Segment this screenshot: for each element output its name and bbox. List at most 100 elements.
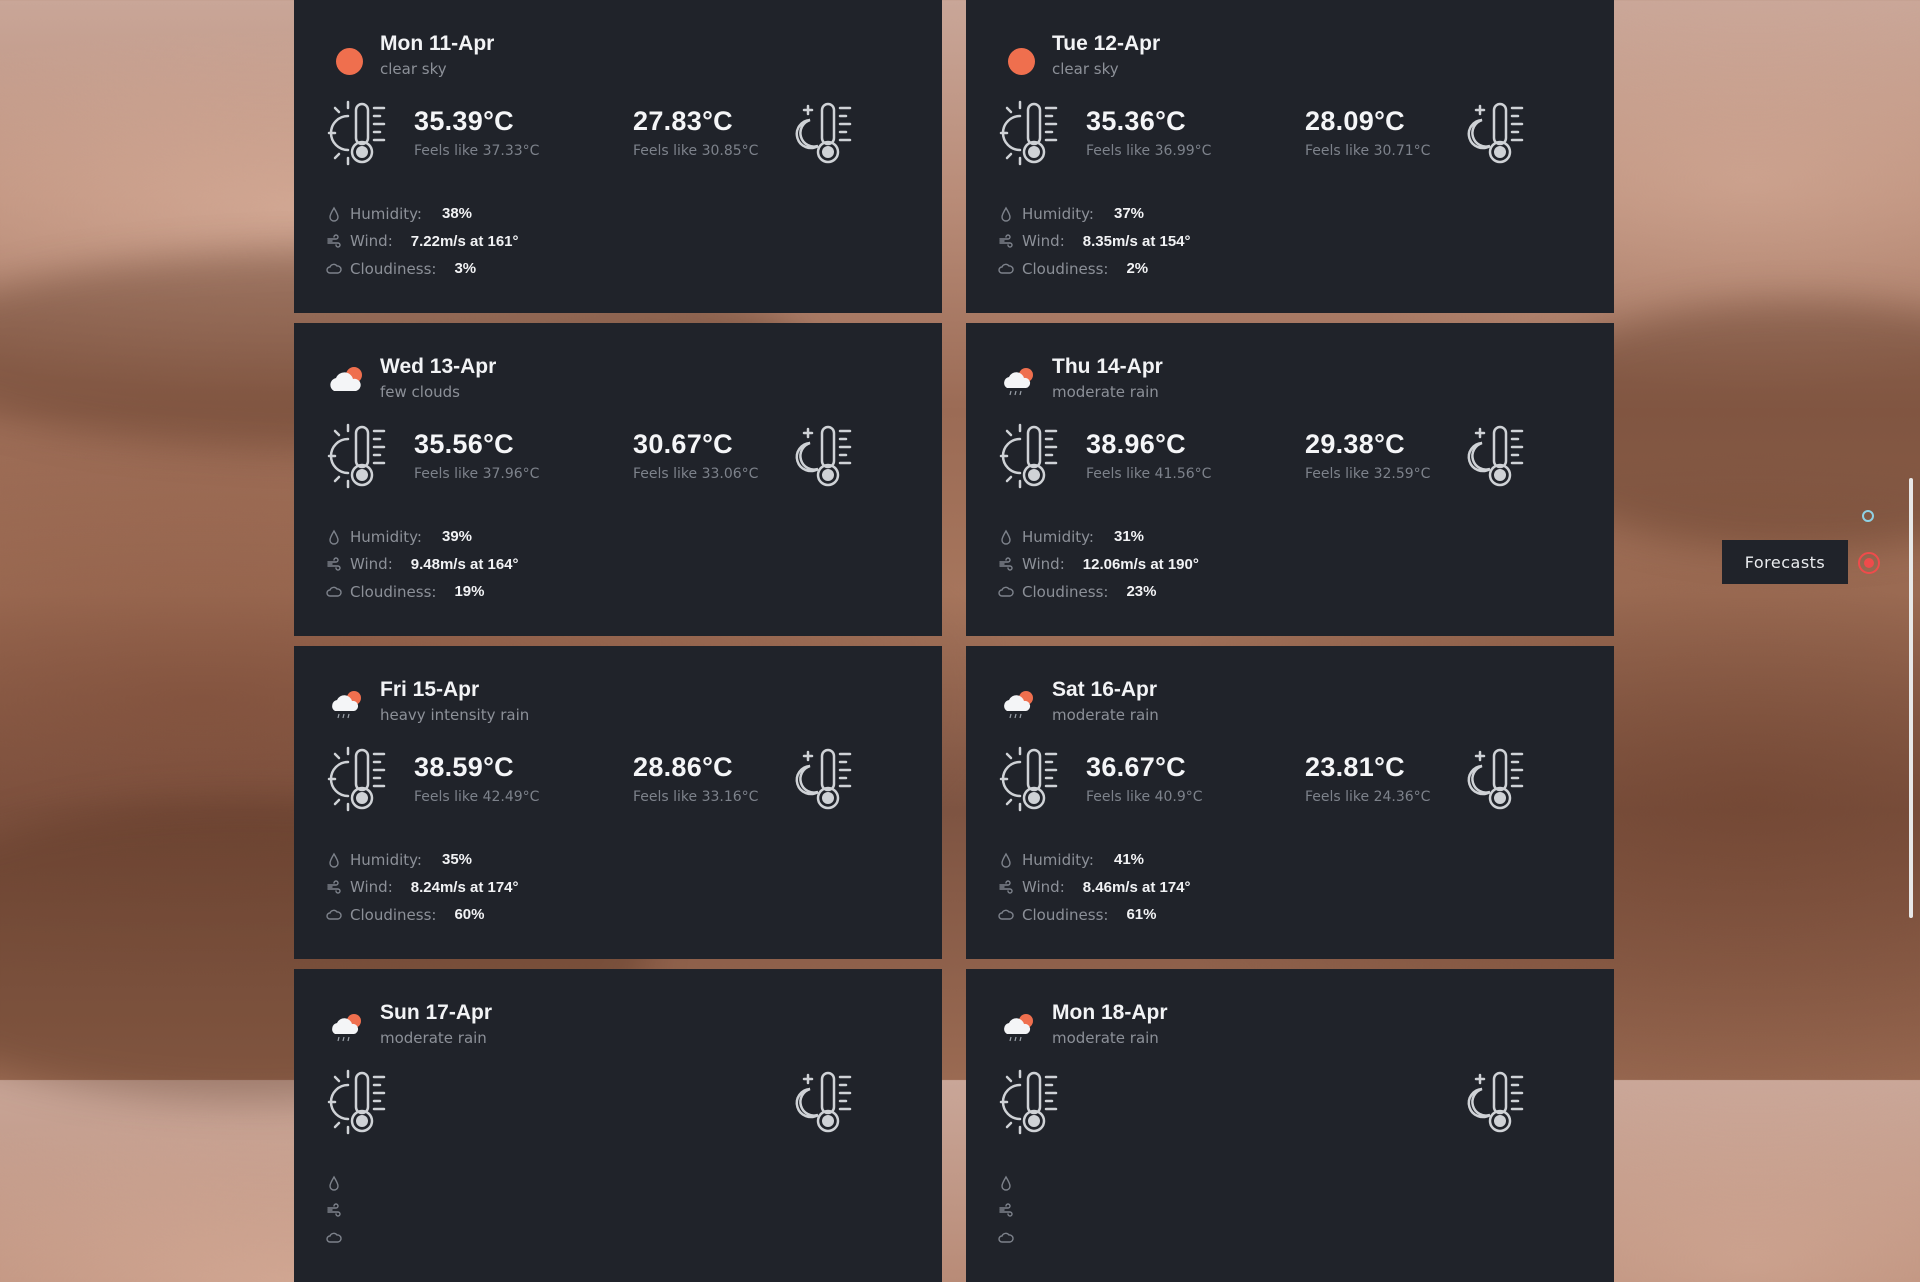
humidity-value: 37% (1113, 205, 1145, 223)
day-temperature: 35.36°C (1086, 106, 1186, 136)
day-feels-like: Feels like 37.33°C (414, 143, 540, 159)
cloudiness-value: 61% (1126, 906, 1157, 924)
wind-label: Wind: (350, 555, 393, 574)
day-temperature-icon (999, 100, 1058, 166)
cloudiness-icon (998, 909, 1014, 920)
humidity-icon (1001, 529, 1011, 545)
cloudiness-icon (998, 1232, 1014, 1243)
rain-icon (998, 680, 1042, 724)
forecast-card: Fri 15-Apr heavy intensity rain 38.59°C … (294, 646, 942, 959)
night-feels-like: Feels like 24.36°C (1305, 789, 1431, 805)
card-description: moderate rain (1052, 706, 1159, 724)
humidity-value: 31% (1113, 528, 1145, 546)
day-temperature: 38.59°C (414, 752, 514, 782)
night-temperature-icon (1467, 102, 1524, 164)
day-temperature-icon (327, 423, 386, 489)
night-temperature: 27.83°C (633, 106, 733, 136)
humidity-icon (1001, 852, 1011, 868)
wind-icon (327, 880, 341, 894)
wind-icon (327, 234, 341, 248)
day-temperature-icon (327, 100, 386, 166)
wind-label: Wind: (1022, 232, 1065, 251)
night-feels-like: Feels like 30.85°C (633, 143, 759, 159)
cloudiness-icon (326, 909, 342, 920)
wind-icon (999, 880, 1013, 894)
forecast-card: Mon 18-Apr moderate rain (966, 969, 1614, 1282)
humidity-label: Humidity: (350, 204, 422, 223)
card-day: Mon 11-Apr (380, 32, 495, 55)
nav-dot-forecasts[interactable] (1858, 552, 1880, 574)
card-description: clear sky (380, 60, 447, 78)
humidity-value: 41% (1113, 851, 1145, 869)
card-day: Sat 16-Apr (1052, 678, 1158, 701)
card-description: moderate rain (1052, 383, 1159, 401)
cloudiness-label: Cloudiness: (1022, 259, 1109, 278)
forecast-card: Wed 13-Apr few clouds 35.56°C Feels like… (294, 323, 942, 636)
day-temperature: 38.96°C (1086, 429, 1186, 459)
day-feels-like: Feels like 41.56°C (1086, 466, 1212, 482)
cloudiness-label: Cloudiness: (1022, 582, 1109, 601)
cloudiness-label: Cloudiness: (350, 259, 437, 278)
wind-value: 8.35m/s at 154° (1082, 232, 1191, 250)
wind-label: Wind: (350, 878, 393, 897)
forecast-card: Sat 16-Apr moderate rain 36.67°C Feels l… (966, 646, 1614, 959)
day-feels-like: Feels like 40.9°C (1086, 789, 1203, 805)
wind-icon (327, 557, 341, 571)
day-temperature-icon (327, 1069, 386, 1135)
card-day: Sun 17-Apr (380, 1001, 493, 1024)
nav-dot-current[interactable] (1862, 510, 1874, 522)
cloudiness-label: Cloudiness: (350, 905, 437, 924)
night-temperature-icon (795, 425, 852, 487)
humidity-icon (1001, 1175, 1011, 1191)
cloudiness-value: 3% (454, 260, 477, 278)
forecasts-nav-label[interactable]: Forecasts (1722, 540, 1848, 584)
wind-label: Wind: (1022, 878, 1065, 897)
wind-value: 7.22m/s at 161° (410, 232, 519, 250)
cloudiness-value: 2% (1126, 260, 1149, 278)
cloudiness-icon (998, 263, 1014, 274)
night-temperature: 30.67°C (633, 429, 733, 459)
day-temperature: 36.67°C (1086, 752, 1186, 782)
cloudiness-label: Cloudiness: (350, 582, 437, 601)
sun-icon (998, 34, 1042, 78)
day-temperature-icon (999, 1069, 1058, 1135)
cloudiness-value: 19% (454, 583, 485, 601)
day-feels-like: Feels like 42.49°C (414, 789, 540, 805)
cloudiness-icon (326, 263, 342, 274)
humidity-label: Humidity: (1022, 204, 1094, 223)
night-temperature: 23.81°C (1305, 752, 1405, 782)
cloudiness-value: 60% (454, 906, 485, 924)
cloudiness-label: Cloudiness: (1022, 905, 1109, 924)
wind-value: 8.46m/s at 174° (1082, 878, 1191, 896)
cloud-sun-icon (326, 357, 370, 401)
cloudiness-icon (326, 586, 342, 597)
day-feels-like: Feels like 36.99°C (1086, 143, 1212, 159)
forecast-grid: Mon 11-Apr clear sky 35.39°C Feels like … (294, 0, 1614, 1282)
sun-icon (326, 34, 370, 78)
rain-icon (998, 357, 1042, 401)
cloudiness-icon (326, 1232, 342, 1243)
scrollbar[interactable] (1909, 478, 1913, 918)
card-day: Tue 12-Apr (1052, 32, 1161, 55)
night-temperature-icon (795, 102, 852, 164)
forecast-card: Sun 17-Apr moderate rain (294, 969, 942, 1282)
night-feels-like: Feels like 32.59°C (1305, 466, 1431, 482)
humidity-label: Humidity: (350, 527, 422, 546)
humidity-icon (329, 852, 339, 868)
day-temperature: 35.39°C (414, 106, 514, 136)
wind-icon (999, 234, 1013, 248)
humidity-icon (329, 206, 339, 222)
night-feels-like: Feels like 33.06°C (633, 466, 759, 482)
wind-value: 12.06m/s at 190° (1082, 555, 1199, 573)
rain-icon (326, 1003, 370, 1047)
wind-value: 8.24m/s at 174° (410, 878, 519, 896)
humidity-label: Humidity: (1022, 527, 1094, 546)
day-feels-like: Feels like 37.96°C (414, 466, 540, 482)
card-day: Mon 18-Apr (1052, 1001, 1168, 1024)
night-temperature: 28.86°C (633, 752, 733, 782)
wind-icon (999, 557, 1013, 571)
night-temperature-icon (1467, 1071, 1524, 1133)
night-temperature-icon (1467, 748, 1524, 810)
wind-icon (999, 1203, 1013, 1217)
cloudiness-icon (998, 586, 1014, 597)
